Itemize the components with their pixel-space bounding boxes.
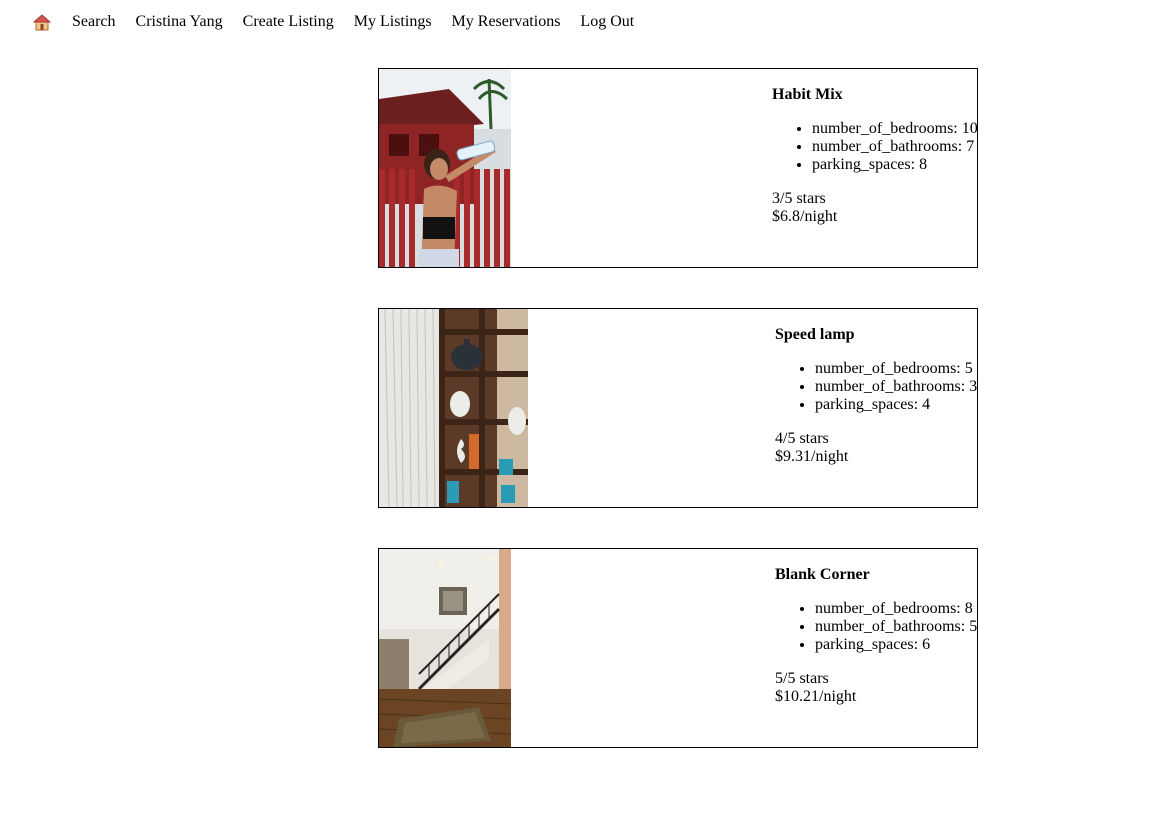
listing-rating: 4/5 stars [775,430,829,447]
feature-parking: parking_spaces: 6 [815,636,977,654]
home-icon[interactable] [32,12,52,32]
listing-price: $9.31/night [775,448,849,465]
listing-rating: 3/5 stars [772,190,826,207]
listing-card[interactable]: Blank Corner number_of_bedrooms: 8 numbe… [378,548,978,748]
feature-parking: parking_spaces: 4 [815,396,977,414]
listing-price: $10.21/night [775,688,857,705]
nav-create-listing-link[interactable]: Create Listing [243,12,334,32]
listing-photo [379,69,511,267]
feature-bathrooms: number_of_bathrooms: 5 [815,618,977,636]
listing-card[interactable]: Speed lamp number_of_bedrooms: 5 number_… [378,308,978,508]
feature-bathrooms: number_of_bathrooms: 7 [812,138,977,156]
nav-my-listings-link[interactable]: My Listings [354,12,432,32]
nav-profile-link[interactable]: Cristina Yang [136,12,223,32]
nav-my-reservations-link[interactable]: My Reservations [452,12,561,32]
top-nav: Search Cristina Yang Create Listing My L… [32,12,654,32]
listing-info: Habit Mix number_of_bedrooms: 10 number_… [772,86,977,226]
listing-info: Blank Corner number_of_bedrooms: 8 numbe… [775,566,977,706]
listing-features: number_of_bedrooms: 10 number_of_bathroo… [772,120,977,174]
feature-bathrooms: number_of_bathrooms: 3 [815,378,977,396]
listing-info: Speed lamp number_of_bedrooms: 5 number_… [775,326,977,466]
listing-price: $6.8/night [772,208,838,225]
listing-title[interactable]: Blank Corner [775,566,977,584]
feature-bedrooms: number_of_bedrooms: 8 [815,600,977,618]
listing-title[interactable]: Habit Mix [772,86,977,104]
listing-photo [379,309,528,507]
listing-photo [379,549,511,747]
listing-title[interactable]: Speed lamp [775,326,977,344]
listing-card[interactable]: Habit Mix number_of_bedrooms: 10 number_… [378,68,978,268]
listing-features: number_of_bedrooms: 5 number_of_bathroom… [775,360,977,414]
feature-parking: parking_spaces: 8 [812,156,977,174]
feature-bedrooms: number_of_bedrooms: 10 [812,120,977,138]
nav-search-link[interactable]: Search [72,12,116,32]
listing-features: number_of_bedrooms: 8 number_of_bathroom… [775,600,977,654]
listing-rating: 5/5 stars [775,670,829,687]
feature-bedrooms: number_of_bedrooms: 5 [815,360,977,378]
nav-log-out-link[interactable]: Log Out [580,12,634,32]
